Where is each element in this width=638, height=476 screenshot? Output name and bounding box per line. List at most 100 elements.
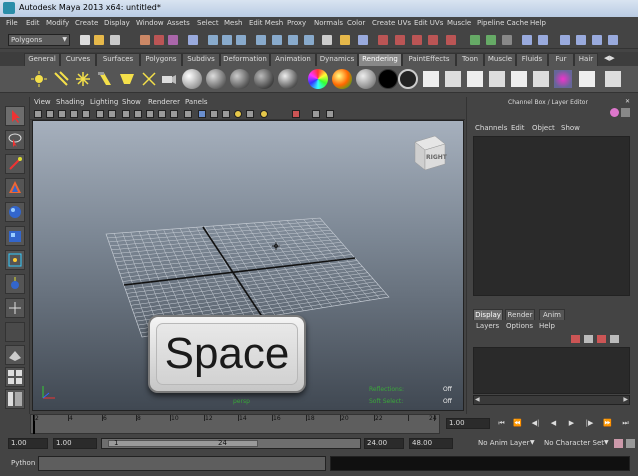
shadows-icon[interactable] [246,110,254,118]
render-current-frame-icon[interactable] [470,35,480,45]
shelf-tab-subdivs[interactable]: Subdivs [182,53,220,66]
time-slider[interactable]: 2 4 6 8 10 12 14 16 18 20 22 24 [30,414,440,434]
toon-shader-icon[interactable] [398,69,418,89]
point-light-icon[interactable] [74,70,92,88]
scroll-right-icon[interactable]: ▶ [623,396,628,403]
gate-mask-icon[interactable] [134,110,142,118]
mask-surfaces-icon[interactable] [236,35,246,45]
last-tool-used-button[interactable] [5,322,25,342]
ramp-shader-icon[interactable] [308,69,328,89]
shelf-tab-hair[interactable]: Hair [574,53,598,66]
textured-icon[interactable] [222,110,230,118]
construction-history-icon[interactable] [446,35,456,45]
use-all-lights-icon[interactable] [234,110,242,118]
highlight-selection-icon[interactable] [340,35,350,45]
shelf-options-icon[interactable] [604,70,622,88]
shelf-tab-painteffects[interactable]: PaintEffects [402,53,456,66]
ipr-render-icon[interactable] [486,35,496,45]
play-backwards-icon[interactable]: ◀ [548,418,559,429]
menu-file[interactable]: File [6,19,18,27]
menu-modify[interactable]: Modify [46,19,69,27]
snap-to-view-planes-icon[interactable] [412,35,422,45]
shading-map-icon[interactable] [332,69,352,89]
field-chart-icon[interactable] [146,110,154,118]
layer-tab-render[interactable]: Render [505,309,535,320]
layer-menu-layers[interactable]: Layers [476,322,499,330]
safe-action-icon[interactable] [158,110,166,118]
select-hierarchy-icon[interactable] [140,35,150,45]
mask-dynamics-icon[interactable] [272,35,282,45]
range-slider-handle[interactable] [108,440,258,447]
menu-create[interactable]: Create [75,19,98,27]
attribute-editor-toggle-icon[interactable] [621,108,630,117]
menu-pipeline-cache[interactable]: Pipeline Cache [477,19,528,27]
make-live-icon[interactable] [428,35,438,45]
menu-proxy[interactable]: Proxy [287,19,306,27]
cb-menu-channels[interactable]: Channels [475,124,507,132]
snap-to-grids-icon[interactable] [358,35,368,45]
viewcube[interactable]: RIGHT [411,132,449,172]
step-forward-icon[interactable]: ⏩ [602,418,613,429]
layered-shader-icon[interactable] [254,69,274,89]
menu-edit-mesh[interactable]: Edit Mesh [249,19,283,27]
new-layer-selected-icon[interactable] [571,335,580,343]
playback-end-field[interactable]: 24.00 [364,438,404,449]
menu-color[interactable]: Color [347,19,365,27]
lambert-material-icon[interactable] [230,69,250,89]
new-scene-icon[interactable] [80,35,90,45]
layer-tab-display[interactable]: Display [473,309,503,320]
surface-shader-icon[interactable] [356,69,376,89]
shelf-tab-polygons[interactable]: Polygons [140,53,182,66]
new-layer-icon[interactable] [584,335,593,343]
xray-joints-icon[interactable] [326,110,334,118]
scale-tool-button[interactable] [5,226,25,246]
end-time-field[interactable]: 48.00 [409,438,453,449]
directional-light-icon[interactable] [52,70,70,88]
render-region-icon[interactable] [532,70,550,88]
ipr-render-shelf-icon[interactable] [510,70,528,88]
start-time-field[interactable]: 1.00 [8,438,48,449]
menu-edit[interactable]: Edit [26,19,40,27]
playback-start-field[interactable]: 1.00 [53,438,97,449]
close-icon[interactable]: ✕ [625,98,630,105]
two-d-pan-zoom-icon[interactable] [82,110,90,118]
lasso-tool-button[interactable] [5,130,25,150]
shelf-tab-muscle[interactable]: Muscle [484,53,516,66]
toggle-sidebar-icon[interactable] [560,35,570,45]
cb-menu-edit[interactable]: Edit [511,124,525,132]
mask-joints-icon[interactable] [208,35,218,45]
shelf-tab-fur[interactable]: Fur [548,53,574,66]
render-view-icon[interactable] [422,70,440,88]
show-channel-box-icon[interactable] [608,35,618,45]
show-attribute-editor-icon[interactable] [576,35,586,45]
area-light-icon[interactable] [118,70,136,88]
use-background-icon[interactable] [378,69,398,89]
snap-to-points-icon[interactable] [395,35,405,45]
channel-box-toggle-icon[interactable] [610,108,619,117]
ambient-occlusion-icon[interactable] [260,110,268,118]
command-input[interactable] [38,456,326,471]
play-forwards-icon[interactable]: ▶ [566,418,577,429]
menu-mesh[interactable]: Mesh [224,19,242,27]
paint-select-tool-button[interactable] [5,154,25,174]
shelf-tab-deformation[interactable]: Deformation [220,53,270,66]
panel-menu-renderer[interactable]: Renderer [148,98,180,106]
menu-select[interactable]: Select [197,19,219,27]
chevron-down-icon[interactable]: ▼ [530,439,535,446]
mask-curves-icon[interactable] [222,35,232,45]
blinn-material-icon[interactable] [206,69,226,89]
channel-box-area[interactable] [473,136,630,296]
grid-toggle-icon[interactable] [96,110,104,118]
safe-title-icon[interactable] [170,110,178,118]
layer-tab-anim[interactable]: Anim [539,309,565,320]
command-language-label[interactable]: Python [11,459,35,467]
film-gate-icon[interactable] [108,110,116,118]
camera-attributes-icon[interactable] [46,110,54,118]
select-object-icon[interactable] [154,35,164,45]
shelf-tab-dynamics[interactable]: Dynamics [316,53,358,66]
show-tool-settings-icon[interactable] [592,35,602,45]
menu-assets[interactable]: Assets [167,19,190,27]
outliner-layout-icon[interactable] [5,389,25,409]
shelf-tab-curves[interactable]: Curves [60,53,96,66]
phong-material-icon[interactable] [278,69,298,89]
